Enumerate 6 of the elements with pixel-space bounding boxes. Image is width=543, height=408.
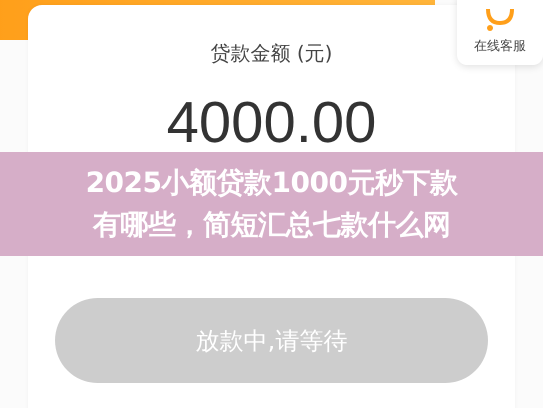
- loan-amount-label: 贷款金额 (元): [210, 40, 332, 67]
- online-service-label: 在线客服: [474, 38, 526, 55]
- banner-title-line: 有哪些，简短汇总七款什么网: [92, 207, 450, 243]
- banner-title-line: 2025小额贷款1000元秒下款: [86, 165, 458, 201]
- loan-amount: 4000.00: [166, 89, 376, 156]
- online-service-button[interactable]: 在线客服: [457, 0, 543, 65]
